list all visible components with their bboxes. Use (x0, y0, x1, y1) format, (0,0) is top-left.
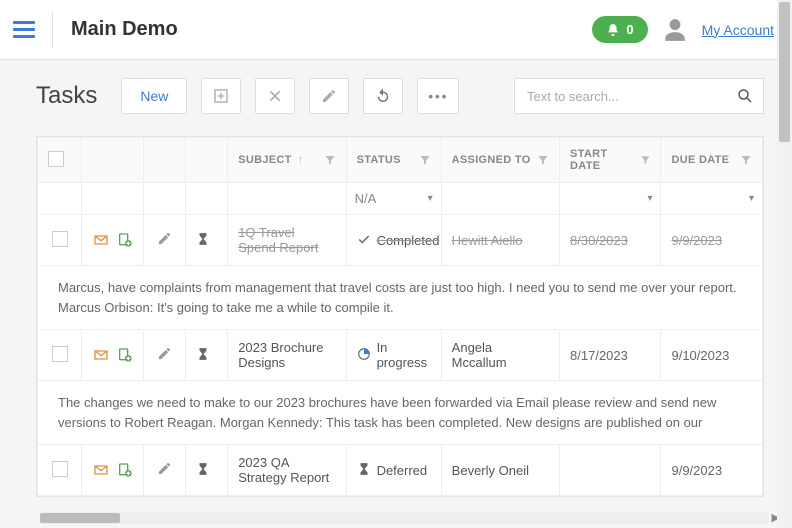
topbar: Main Demo 0 My Account (0, 0, 792, 60)
cell-start-date: 8/30/2023 (560, 215, 661, 266)
row-edit-button[interactable] (157, 349, 172, 364)
header-hourglass (185, 138, 227, 183)
horizontal-scrollbar[interactable]: ▶ (40, 512, 768, 524)
row-edit-button[interactable] (157, 234, 172, 249)
filter-icon[interactable] (324, 154, 336, 166)
filter-icon[interactable] (537, 154, 549, 166)
user-icon[interactable] (662, 17, 688, 43)
divider (52, 12, 53, 48)
cell-assigned: Beverly Oneil (441, 445, 559, 496)
mail-icon[interactable] (93, 462, 109, 478)
more-button[interactable]: ••• (417, 78, 459, 114)
note-row: Marcus, have complaints from management … (38, 266, 763, 330)
row-actions (92, 347, 132, 363)
row-edit-button[interactable] (157, 464, 172, 479)
refresh-button[interactable] (363, 78, 403, 114)
cell-assigned: Hewitt Aiello (441, 215, 559, 266)
table-row[interactable]: 1Q Travel Spend Report Completed Hewitt Ai… (38, 215, 763, 266)
search-input[interactable] (514, 78, 764, 114)
hourglass-icon (196, 349, 210, 364)
refresh-icon (374, 87, 392, 105)
search-wrap (514, 78, 764, 114)
filter-due[interactable]: ▾ (661, 183, 763, 215)
close-icon (267, 88, 283, 104)
check-icon (357, 232, 371, 249)
header-due[interactable]: DUE DATE (661, 138, 763, 183)
add-button[interactable] (201, 78, 241, 114)
header-actions (82, 138, 143, 183)
header-subject[interactable]: SUBJECT↑ (228, 138, 346, 183)
cell-start-date (560, 445, 661, 496)
cell-status: Deferred (357, 462, 431, 479)
app-title: Main Demo (71, 18, 178, 41)
filter-assigned[interactable] (441, 183, 559, 215)
toolbar: Tasks New ••• (36, 78, 764, 114)
mail-icon[interactable] (93, 232, 109, 248)
edit-button[interactable] (309, 78, 349, 114)
notification-count: 0 (626, 22, 633, 37)
pencil-icon (321, 88, 337, 104)
menu-toggle[interactable] (8, 14, 40, 46)
header-row: SUBJECT↑ STATUS ASSIGNED TO START DATE D… (38, 138, 763, 183)
my-account-link[interactable]: My Account (702, 22, 774, 38)
tasks-grid: SUBJECT↑ STATUS ASSIGNED TO START DATE D… (36, 136, 764, 497)
hourglass-icon (357, 462, 371, 479)
note-add-icon[interactable] (117, 347, 133, 363)
notifications-pill[interactable]: 0 (592, 16, 647, 43)
cell-assigned: Angela Mccallum (441, 330, 559, 381)
cell-status: Completed (357, 232, 431, 249)
mail-icon[interactable] (93, 347, 109, 363)
header-start[interactable]: START DATE (560, 138, 661, 183)
chevron-down-icon: ▾ (647, 193, 652, 204)
bell-icon (606, 23, 620, 37)
chevron-down-icon: ▾ (428, 193, 433, 204)
header-check[interactable] (38, 138, 82, 183)
ellipsis-icon: ••• (428, 89, 448, 104)
cell-subject: 1Q Travel Spend Report (228, 215, 346, 266)
note-text: The changes we need to make to our 2023 … (38, 381, 763, 445)
filter-status[interactable]: N/A▾ (346, 183, 441, 215)
filter-start[interactable]: ▾ (560, 183, 661, 215)
note-text: Marcus, have complaints from management … (38, 266, 763, 330)
sort-asc-icon: ↑ (298, 154, 304, 166)
note-add-icon[interactable] (117, 462, 133, 478)
table-row[interactable]: 2023 QA Strategy Report Deferred Beverly O… (38, 445, 763, 496)
cell-start-date: 8/17/2023 (560, 330, 661, 381)
chevron-down-icon: ▾ (749, 193, 754, 204)
close-button[interactable] (255, 78, 295, 114)
new-button[interactable]: New (121, 78, 187, 114)
row-actions (92, 232, 132, 248)
hourglass-icon (196, 464, 210, 479)
cell-due-date: 9/10/2023 (661, 330, 763, 381)
row-actions (92, 462, 132, 478)
row-checkbox[interactable] (52, 346, 68, 362)
filter-icon[interactable] (419, 154, 431, 166)
row-checkbox[interactable] (52, 231, 68, 247)
cell-subject: 2023 QA Strategy Report (228, 445, 346, 496)
cell-due-date: 9/9/2023 (661, 215, 763, 266)
table-row[interactable]: 2023 Brochure Designs In progress Angela M… (38, 330, 763, 381)
note-row: The changes we need to make to our 2023 … (38, 381, 763, 445)
filter-icon[interactable] (640, 154, 651, 166)
cell-due-date: 9/9/2023 (661, 445, 763, 496)
plus-box-icon (213, 88, 229, 104)
note-add-icon[interactable] (117, 232, 133, 248)
header-status[interactable]: STATUS (346, 138, 441, 183)
vertical-scrollbar[interactable] (777, 0, 792, 528)
cell-subject: 2023 Brochure Designs (228, 330, 346, 381)
header-assigned[interactable]: ASSIGNED TO (441, 138, 559, 183)
filter-icon[interactable] (740, 154, 752, 166)
progress-icon (357, 347, 371, 364)
page-title: Tasks (36, 82, 97, 110)
cell-status: In progress (357, 340, 431, 370)
row-checkbox[interactable] (52, 461, 68, 477)
filter-row: N/A▾ ▾ ▾ (38, 183, 763, 215)
header-edit (143, 138, 185, 183)
hourglass-icon (196, 234, 210, 249)
